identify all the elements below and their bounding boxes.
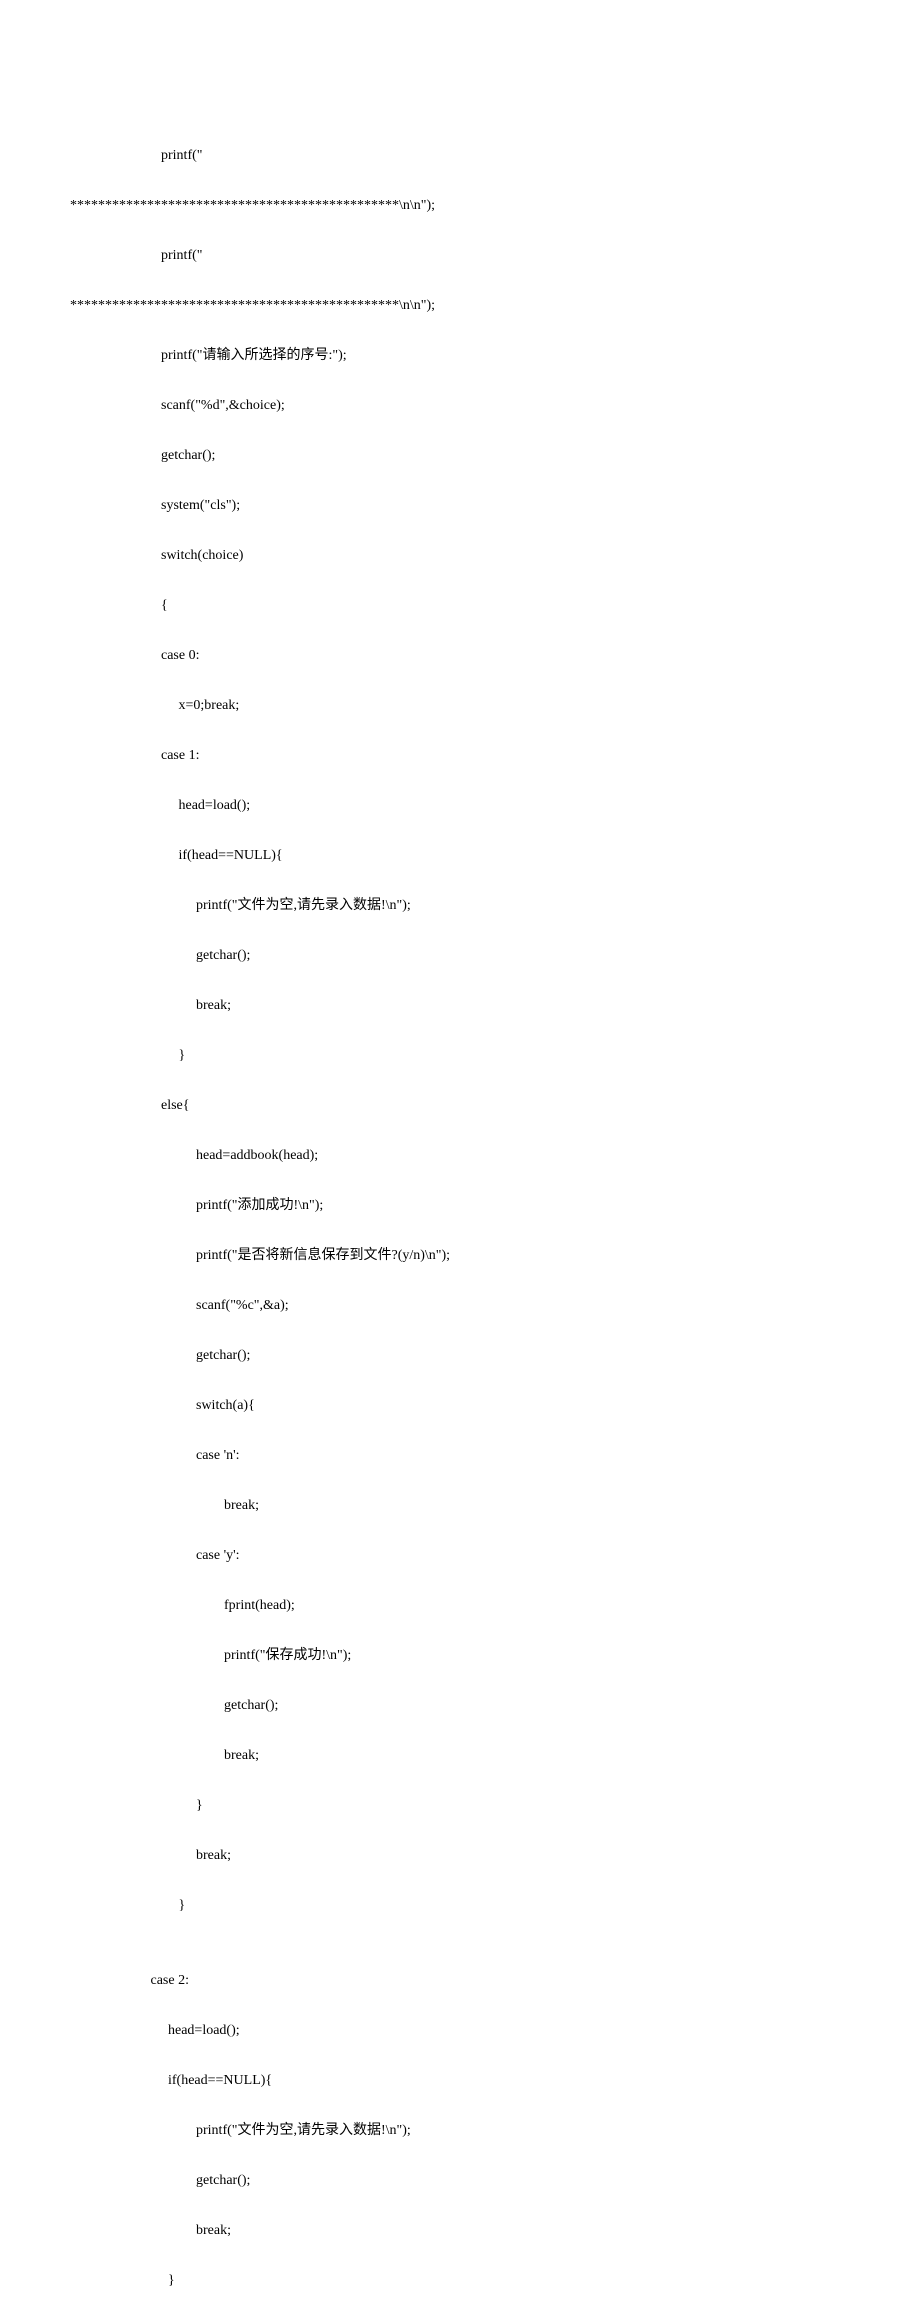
code-line: case 'n': [0,1443,920,1468]
code-line: printf("保存成功!\n"); [0,1643,920,1668]
code-line: break; [0,1743,920,1768]
code-line: head=load(); [0,2018,920,2043]
code-line: if(head==NULL){ [0,2068,920,2093]
code-line: getchar(); [0,1693,920,1718]
code-line: } [0,1893,920,1918]
code-line: fprint(head); [0,1593,920,1618]
code-line: printf(" [0,143,920,168]
code-line: break; [0,1843,920,1868]
code-line: switch(choice) [0,543,920,568]
code-line: head=load(); [0,793,920,818]
code-line: case 'y': [0,1543,920,1568]
code-line: ****************************************… [0,293,920,318]
code-line: } [0,1043,920,1068]
code-line: break; [0,2218,920,2243]
code-line: getchar(); [0,443,920,468]
code-line: printf("文件为空,请先录入数据!\n"); [0,893,920,918]
code-line: ****************************************… [0,193,920,218]
code-line: } [0,1793,920,1818]
code-line: { [0,593,920,618]
code-line: scanf("%c",&a); [0,1293,920,1318]
document-page: printf(" *******************************… [0,0,920,2318]
code-line: printf("文件为空,请先录入数据!\n"); [0,2118,920,2143]
code-line: case 1: [0,743,920,768]
code-line: printf(" [0,243,920,268]
code-line: system("cls"); [0,493,920,518]
code-line: printf("请输入所选择的序号:"); [0,343,920,368]
code-line: printf("添加成功!\n"); [0,1193,920,1218]
code-line: head=addbook(head); [0,1143,920,1168]
code-line: printf("是否将新信息保存到文件?(y/n)\n"); [0,1243,920,1268]
code-line: scanf("%d",&choice); [0,393,920,418]
code-line: x=0;break; [0,693,920,718]
code-line: break; [0,993,920,1018]
code-line: } [0,2268,920,2293]
code-line: if(head==NULL){ [0,843,920,868]
code-line: getchar(); [0,1343,920,1368]
code-line: case 2: [0,1968,920,1993]
code-line: else{ [0,1093,920,1118]
code-line: case 0: [0,643,920,668]
code-line: switch(a){ [0,1393,920,1418]
code-line: getchar(); [0,2168,920,2193]
code-line: break; [0,1493,920,1518]
code-line: getchar(); [0,943,920,968]
